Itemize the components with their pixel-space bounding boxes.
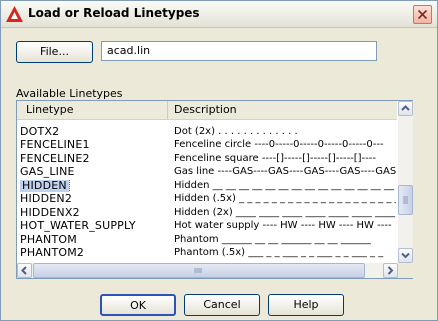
linetype-name: HIDDENX2: [20, 207, 80, 219]
column-header-description[interactable]: Description: [169, 101, 397, 119]
linetype-name: PHANTOM2: [20, 247, 85, 259]
linetype-name: DOTX2: [20, 126, 60, 138]
scroll-left-button[interactable]: [17, 263, 32, 278]
scroll-down-button[interactable]: [398, 248, 413, 263]
linetype-name: FENCELINE1: [20, 139, 90, 151]
horizontal-scroll-thumb[interactable]: [33, 263, 365, 278]
available-linetypes-label: Available Linetypes: [16, 87, 123, 100]
help-button[interactable]: Help: [268, 294, 344, 316]
list-item[interactable]: FENCELINE2 Fenceline square ----[]-----[…: [17, 153, 397, 165]
list-item[interactable]: PHANTOM2 Phantom (.5x) ___ _ _ ___ _ _ _…: [17, 247, 397, 259]
linetype-description: Phantom (.5x) ___ _ _ ___ _ _ ___ _ _ __…: [174, 247, 384, 258]
list-rows: DOTX2 Dot (2x) . . . . . . . . . . . . .…: [17, 126, 397, 262]
load-linetypes-dialog: Load or Reload Linetypes File... acad.li…: [0, 0, 438, 321]
linetype-description: Fenceline square ----[]-----[]-----[]---…: [174, 153, 377, 164]
chevron-up-icon: [401, 105, 410, 111]
close-icon: [417, 9, 428, 20]
window-title: Load or Reload Linetypes: [28, 6, 200, 20]
list-item[interactable]: HIDDEN2 Hidden (.5x) _ _ _ _ _ _ _ _ _ _…: [17, 193, 397, 205]
chevron-left-icon: [21, 266, 27, 275]
horizontal-scrollbar[interactable]: [17, 263, 398, 278]
grip-icon: [194, 268, 202, 273]
linetype-description: Dot (2x) . . . . . . . . . . . . .: [174, 126, 298, 137]
linetype-name: HOT_WATER_SUPPLY: [20, 220, 136, 232]
list-item[interactable]: HIDDENX2 Hidden (2x) ____ ____ ____ ____…: [17, 207, 397, 219]
close-button[interactable]: [413, 5, 432, 24]
scroll-right-button[interactable]: [383, 263, 398, 278]
list-item[interactable]: PHANTOM Phantom ______ __ __ ______ __ _…: [17, 234, 397, 246]
linetype-description: Gas line ----GAS----GAS----GAS----GAS---…: [174, 166, 396, 177]
linetype-name: HIDDEN2: [20, 193, 73, 205]
list-item[interactable]: DOTX2 Dot (2x) . . . . . . . . . . . . .: [17, 126, 397, 138]
file-button[interactable]: File...: [16, 41, 93, 63]
linetype-name: FENCELINE2: [20, 153, 90, 165]
linetype-name: GAS_LINE: [20, 166, 75, 178]
grip-icon: [403, 196, 408, 204]
linetype-description: Hidden (2x) ____ ____ ____ ____ ____ ___…: [174, 207, 395, 218]
list-item[interactable]: FENCELINE1 Fenceline circle ----0-----0-…: [17, 139, 397, 151]
linetype-description: Hidden (.5x) _ _ _ _ _ _ _ _ _ _ _ _ _ _…: [174, 193, 396, 204]
list-item-selected[interactable]: HIDDEN Hidden __ __ __ __ __ __ __ __ __…: [17, 180, 397, 192]
title-bar[interactable]: Load or Reload Linetypes: [1, 1, 437, 28]
linetype-description: Hot water supply ---- HW ---- HW ---- HW…: [174, 220, 392, 231]
scrollbar-corner: [398, 263, 413, 278]
column-header-linetype[interactable]: Linetype: [17, 101, 168, 119]
linetype-name: PHANTOM: [20, 234, 77, 246]
list-item[interactable]: HOT_WATER_SUPPLY Hot water supply ---- H…: [17, 220, 397, 232]
chevron-right-icon: [387, 266, 394, 275]
linetype-name: HIDDEN: [20, 180, 70, 192]
linetype-list[interactable]: Linetype Description DOTX2 Dot (2x) . . …: [16, 100, 413, 279]
vertical-scrollbar[interactable]: [398, 101, 413, 263]
linetype-description: Fenceline circle ----0-----0-----0-----0…: [174, 139, 384, 150]
linetype-description: Hidden __ __ __ __ __ __ __ __ __ __ __ …: [174, 180, 396, 191]
list-item[interactable]: GAS_LINE Gas line ----GAS----GAS----GAS-…: [17, 166, 397, 178]
ok-button[interactable]: OK: [100, 294, 176, 316]
chevron-down-icon: [401, 252, 410, 259]
vertical-scroll-thumb[interactable]: [398, 185, 413, 215]
linetype-description: Phantom ______ __ __ ______ __ __ ______: [174, 234, 371, 245]
list-header: Linetype Description: [17, 101, 397, 120]
scroll-up-button[interactable]: [398, 101, 413, 116]
linetype-file-field[interactable]: acad.lin: [101, 41, 377, 61]
autocad-a-icon: [6, 6, 23, 22]
cancel-button[interactable]: Cancel: [184, 294, 260, 316]
